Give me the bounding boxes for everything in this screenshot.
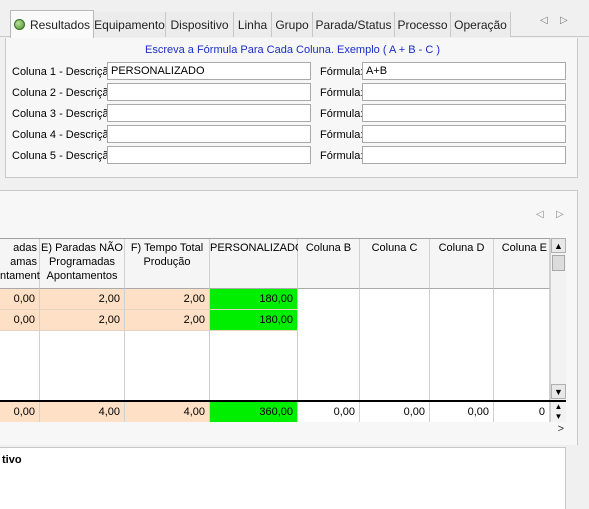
scroll-up-icon[interactable]: ▲ [551, 238, 566, 253]
column-header[interactable]: E) Paradas NÃO Programadas Apontamentos [40, 239, 125, 289]
column-3-formula-field[interactable] [362, 104, 566, 122]
column-1-description-label: Coluna 1 - Descrição: [12, 66, 118, 78]
tab-label: Resultados [29, 17, 91, 32]
table-cell[interactable]: 180,00 [210, 289, 298, 310]
table-cell[interactable]: 0,00 [0, 310, 40, 331]
empty-cell [210, 331, 298, 400]
column-header[interactable]: adas amas ntamentos [0, 239, 51, 289]
totals-spinner-icon[interactable]: ▲ ▼ [550, 402, 566, 422]
column-header[interactable]: Coluna E [494, 239, 550, 289]
empty-cell [40, 331, 125, 400]
column-header[interactable]: Coluna C [360, 239, 430, 289]
right-gutter [578, 190, 589, 509]
results-grid-panel: ◁ ▷ adas amas ntamentos E) Paradas NÃO P… [0, 190, 578, 445]
empty-cell [430, 289, 494, 400]
column-5-formula-field[interactable] [362, 146, 566, 164]
total-cell: 0 [494, 402, 550, 422]
tab-parada-status[interactable]: Parada/Status [313, 12, 395, 37]
column-2-formula-field[interactable] [362, 83, 566, 101]
total-cell: 4,00 [40, 402, 125, 422]
column-4-description-field[interactable] [107, 125, 311, 143]
table-cell[interactable]: 2,00 [125, 289, 210, 310]
tab-grupo[interactable]: Grupo [272, 12, 313, 37]
column-header[interactable]: F) Tempo Total Produção [125, 239, 210, 289]
table-cell[interactable]: 0,00 [0, 289, 40, 310]
scroll-down-icon[interactable]: ▼ [551, 384, 566, 399]
column-1-description-field[interactable]: PERSONALIZADO [107, 62, 311, 80]
empty-cell [298, 289, 360, 400]
total-cell: 0,00 [430, 402, 494, 422]
tab-resultados[interactable]: Resultados [10, 10, 94, 38]
tab-equipamento[interactable]: Equipamento [94, 12, 166, 37]
tab-strip: Resultados Equipamento Dispositivo Linha… [0, 0, 589, 38]
tab-label: Processo [397, 17, 448, 32]
table-cell[interactable]: 2,00 [125, 310, 210, 331]
total-cell: 0,00 [298, 402, 360, 422]
tab-operacao[interactable]: Operação [451, 12, 511, 37]
vertical-scrollbar[interactable]: ▲ ▼ [550, 238, 566, 400]
description-title: tivo [2, 454, 22, 466]
green-dot-icon [13, 19, 25, 30]
tab-label: Grupo [275, 17, 309, 32]
column-3-description-field[interactable] [107, 104, 311, 122]
scroll-thumb[interactable] [552, 255, 565, 271]
tab-label: Linha [237, 17, 268, 32]
column-4-formula-label: Fórmula: [320, 129, 364, 141]
column-3-description-label: Coluna 3 - Descrição: [12, 108, 118, 120]
description-panel: tivo [0, 447, 566, 509]
column-header[interactable]: Coluna B [298, 239, 360, 289]
column-4-description-label: Coluna 4 - Descrição: [12, 129, 118, 141]
tab-linha[interactable]: Linha [234, 12, 272, 37]
tab-scroll-left-icon[interactable]: ◁ [540, 15, 548, 26]
table-cell[interactable]: 2,00 [40, 289, 125, 310]
tab-label: Operação [454, 17, 507, 32]
tab-dispositivo[interactable]: Dispositivo [166, 12, 234, 37]
results-grid[interactable]: adas amas ntamentos E) Paradas NÃO Progr… [0, 238, 566, 400]
total-cell: 0,00 [0, 402, 40, 422]
column-2-description-field[interactable] [107, 83, 311, 101]
horizontal-scrollbar[interactable]: > [0, 422, 566, 438]
tab-label: Dispositivo [170, 17, 229, 32]
grid-scroll-right-icon[interactable]: ▷ [556, 209, 564, 220]
column-4-formula-field[interactable] [362, 125, 566, 143]
empty-cell [494, 289, 550, 400]
tab-processo[interactable]: Processo [395, 12, 451, 37]
tab-label: Parada/Status [315, 17, 392, 32]
empty-cell [125, 331, 210, 400]
column-5-formula-label: Fórmula: [320, 150, 364, 162]
empty-cell [0, 331, 40, 400]
column-1-formula-field[interactable]: A+B [362, 62, 566, 80]
tab-scroll-right-icon[interactable]: ▷ [560, 15, 568, 26]
column-5-description-field[interactable] [107, 146, 311, 164]
total-cell: 4,00 [125, 402, 210, 422]
column-2-formula-label: Fórmula: [320, 87, 364, 99]
grid-scroll-left-icon[interactable]: ◁ [536, 209, 544, 220]
total-cell: 0,00 [360, 402, 430, 422]
totals-row: 0,00 4,00 4,00 360,00 0,00 0,00 0,00 0 ▲… [0, 400, 566, 422]
table-cell[interactable]: 180,00 [210, 310, 298, 331]
tab-label: Equipamento [94, 17, 165, 32]
table-cell[interactable]: 2,00 [40, 310, 125, 331]
formula-panel: Escreva a Fórmula Para Cada Coluna. Exem… [5, 38, 578, 178]
column-header[interactable]: PERSONALIZADO [210, 239, 304, 289]
formula-hint: Escreva a Fórmula Para Cada Coluna. Exem… [145, 44, 440, 56]
scroll-right-icon[interactable]: > [558, 423, 564, 435]
column-2-description-label: Coluna 2 - Descrição: [12, 87, 118, 99]
total-cell: 360,00 [210, 402, 298, 422]
column-header[interactable]: Coluna D [430, 239, 494, 289]
column-3-formula-label: Fórmula: [320, 108, 364, 120]
empty-cell [360, 289, 430, 400]
column-1-formula-label: Fórmula: [320, 66, 364, 78]
column-5-description-label: Coluna 5 - Descrição: [12, 150, 118, 162]
